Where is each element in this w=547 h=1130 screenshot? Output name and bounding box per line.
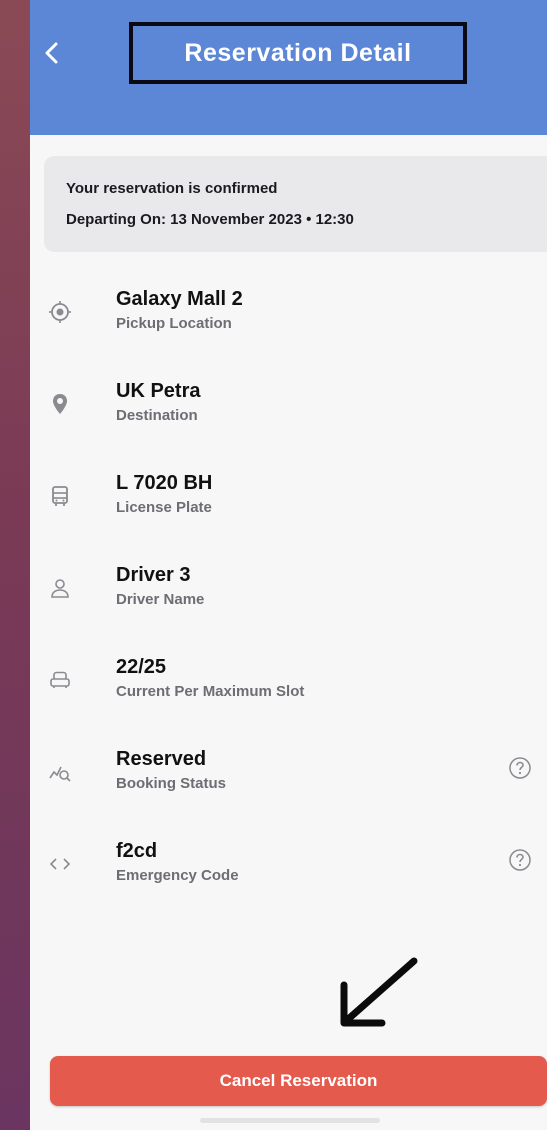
booking-status-help-button[interactable] <box>508 756 532 780</box>
header-bar: Reservation Detail <box>30 0 547 135</box>
confirmation-banner: Your reservation is confirmed Departing … <box>44 156 547 252</box>
destination-value: UK Petra <box>116 380 201 402</box>
arrow-down-left-icon <box>340 957 418 1027</box>
emergency-code-value: f2cd <box>116 840 158 862</box>
detail-row-driver: Driver 3 Driver Name <box>30 564 547 636</box>
person-icon <box>48 576 72 600</box>
detail-row-emergency-code: f2cd Emergency Code <box>30 840 547 912</box>
phone-screen: Reservation Detail Your reservation is c… <box>30 0 547 1130</box>
detail-row-slots: 22/25 Current Per Maximum Slot <box>30 656 547 728</box>
back-button[interactable] <box>42 38 66 68</box>
license-plate-value: L 7020 BH <box>116 472 213 494</box>
bus-icon <box>48 484 72 508</box>
title-highlight-box: Reservation Detail <box>129 22 467 84</box>
driver-label: Driver Name <box>116 591 205 608</box>
emergency-code-help-button[interactable] <box>508 848 532 872</box>
detail-row-license-plate: L 7020 BH License Plate <box>30 472 547 544</box>
destination-label: Destination <box>116 407 198 424</box>
page-title: Reservation Detail <box>184 38 412 67</box>
booking-status-value: Reserved <box>116 748 207 770</box>
question-circle-icon <box>509 849 531 871</box>
detail-row-pickup: Galaxy Mall 2 Pickup Location <box>30 288 547 360</box>
status-search-icon <box>48 760 72 784</box>
seat-icon <box>48 668 72 692</box>
slots-value: 22/25 <box>116 656 167 678</box>
detail-row-destination: UK Petra Destination <box>30 380 547 452</box>
detail-row-booking-status: Reserved Booking Status <box>30 748 547 820</box>
map-pin-icon <box>48 392 72 416</box>
slots-label: Current Per Maximum Slot <box>116 683 305 700</box>
code-icon <box>48 852 72 876</box>
departure-text: Departing On: 13 November 2023 • 12:30 <box>66 211 354 228</box>
chevron-left-icon <box>45 42 58 64</box>
emergency-code-label: Emergency Code <box>116 867 239 884</box>
cancel-reservation-button[interactable]: Cancel Reservation <box>50 1056 547 1106</box>
pickup-label: Pickup Location <box>116 315 232 332</box>
question-circle-icon <box>509 757 531 779</box>
home-indicator <box>200 1118 380 1123</box>
booking-status-label: Booking Status <box>116 775 227 792</box>
pickup-value: Galaxy Mall 2 <box>116 288 243 310</box>
driver-value: Driver 3 <box>116 564 191 586</box>
confirmation-text: Your reservation is confirmed <box>66 180 278 197</box>
license-plate-label: License Plate <box>116 499 212 516</box>
target-icon <box>48 300 72 324</box>
